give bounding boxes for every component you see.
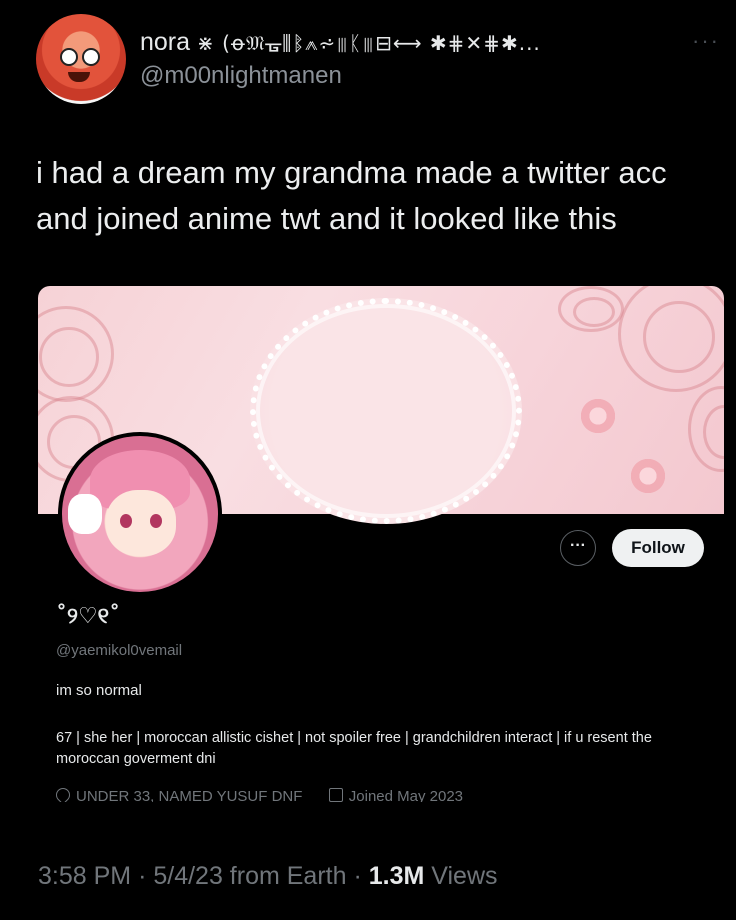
rose-decoration xyxy=(618,286,724,392)
avatar-eye xyxy=(82,48,100,66)
more-dots-icon[interactable]: ··· xyxy=(692,28,720,54)
profile-meta: UNDER 33, NAMED YUSUF DNF Joined May 202… xyxy=(53,785,464,802)
author-name-text: nora xyxy=(140,28,191,56)
author-avatar[interactable] xyxy=(36,14,126,104)
author-name-glyphs: ⋇ (ꝋ𝔐ᚗ⫼ᛔ⩕⩫⫼ᛕ⫼⊟⟷ ✱⋕✕⋕✱... xyxy=(197,31,541,55)
profile-more-button[interactable]: ··· xyxy=(560,530,596,566)
rose-decoration xyxy=(558,286,624,332)
profile-location: UNDER 33, NAMED YUSUF DNF xyxy=(76,788,303,802)
flower-decoration xyxy=(578,396,618,436)
rose-decoration xyxy=(688,386,724,472)
follow-button[interactable]: Follow xyxy=(612,529,704,567)
tweet-text-line-2: and joined anime twt and it looked like … xyxy=(36,201,617,236)
tweet-footer: 3:58 PM · 5/4/23 from Earth · 1.3M Views xyxy=(38,862,498,891)
location-pin-icon xyxy=(53,785,73,802)
tweet-text-line-1: i had a dream my grandma made a twitter … xyxy=(36,155,667,190)
calendar-icon xyxy=(328,788,343,802)
flower-decoration xyxy=(628,456,668,496)
profile-joined: Joined May 2023 xyxy=(348,788,464,802)
profile-status: im so normal xyxy=(56,682,142,699)
avatar-eye xyxy=(60,48,78,66)
separator: · xyxy=(353,862,362,890)
tweet-text: i had a dream my grandma made a twitter … xyxy=(36,150,716,242)
profile-name: ˚୨♡୧˚ xyxy=(56,604,121,629)
avatar-mouth xyxy=(68,72,90,82)
tweet-date[interactable]: 5/4/23 from Earth xyxy=(153,862,346,890)
rose-decoration xyxy=(38,306,114,402)
avatar-eye xyxy=(150,514,162,528)
tweet-header: nora ⋇ (ꝋ𝔐ᚗ⫼ᛔ⩕⩫⫼ᛕ⫼⊟⟷ ✱⋕✕⋕✱... @m00nlight… xyxy=(36,14,726,104)
attached-screenshot[interactable]: ··· Follow ˚୨♡୧˚ @yaemikol0vemail im so … xyxy=(38,286,724,802)
avatar-hand xyxy=(68,494,102,534)
views-label: Views xyxy=(431,862,498,890)
avatar-eye xyxy=(120,514,132,528)
profile-avatar[interactable] xyxy=(58,432,222,596)
profile-bio: 67 | she her | moroccan allistic cishet … xyxy=(56,730,652,767)
author-display-name[interactable]: nora ⋇ (ꝋ𝔐ᚗ⫼ᛔ⩕⩫⫼ᛕ⫼⊟⟷ ✱⋕✕⋕✱... xyxy=(140,28,541,57)
views-count: 1.3M xyxy=(368,862,425,890)
profile-handle: @yaemikol0vemail xyxy=(56,642,183,659)
author-handle[interactable]: @m00nlightmanen xyxy=(140,62,342,90)
lace-frame xyxy=(250,298,522,524)
avatar-face xyxy=(106,490,176,556)
tweet-time[interactable]: 3:58 PM xyxy=(38,862,131,890)
separator: · xyxy=(138,862,147,890)
